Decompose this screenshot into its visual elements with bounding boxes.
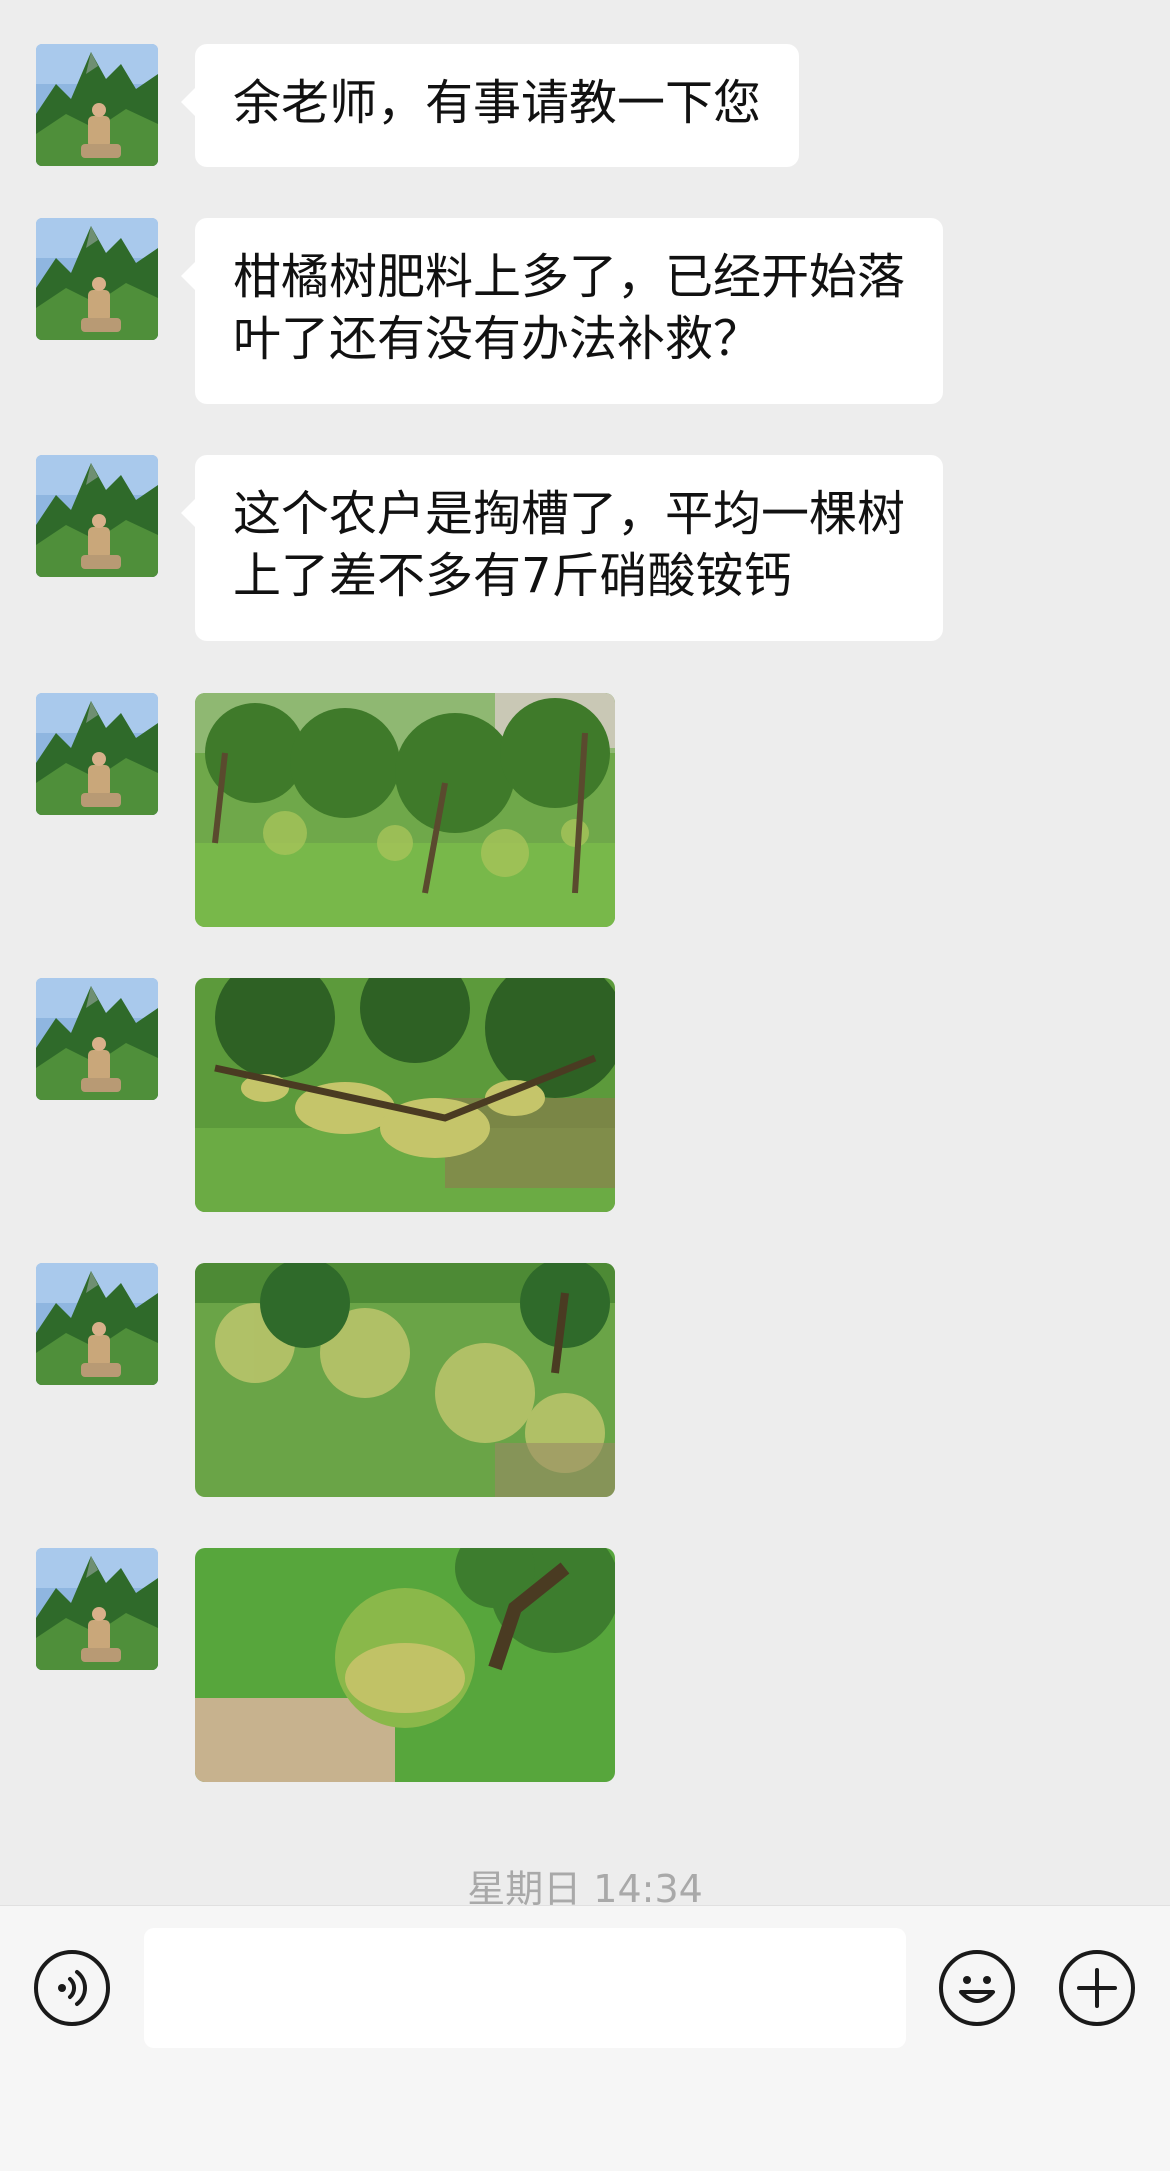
avatar[interactable]	[36, 693, 158, 815]
plus-button[interactable]	[1059, 1950, 1135, 2026]
avatar[interactable]	[36, 1263, 158, 1385]
chat-area[interactable]: 余老师，有事请教一下您 柑橘树肥料上多了，已经开始落 叶了还有没有办法补救？ 这…	[0, 0, 1170, 1911]
avatar[interactable]	[36, 455, 158, 577]
message-text-line: 上了差不多有7斤硝酸铵钙	[233, 548, 792, 604]
voice-icon	[58, 1970, 87, 2006]
message-text-line: 这个农户是掏槽了，平均一棵树	[233, 486, 906, 542]
input-bar	[0, 1905, 1170, 2171]
message-bubble[interactable]: 柑橘树肥料上多了，已经开始落 叶了还有没有办法补救？	[180, 218, 944, 404]
orchard-photo[interactable]	[195, 693, 615, 927]
orchard-photo[interactable]	[195, 1548, 615, 1782]
orchard-photo[interactable]	[195, 978, 615, 1212]
emoji-icon	[959, 1976, 995, 2003]
message-text-line: 柑橘树肥料上多了，已经开始落	[233, 249, 906, 305]
emoji-button[interactable]	[939, 1950, 1015, 2026]
avatar[interactable]	[36, 44, 158, 166]
voice-button[interactable]	[34, 1950, 110, 2026]
avatar[interactable]	[36, 218, 158, 340]
orchard-photo[interactable]	[195, 1263, 615, 1497]
avatar[interactable]	[36, 1548, 158, 1670]
avatar[interactable]	[36, 978, 158, 1100]
message-bubble[interactable]: 这个农户是掏槽了，平均一棵树 上了差不多有7斤硝酸铵钙	[180, 455, 944, 641]
plus-icon	[1077, 1968, 1117, 2008]
message-text-line: 叶了还有没有办法补救？	[233, 311, 762, 367]
message-bubble[interactable]: 余老师，有事请教一下您	[180, 44, 800, 167]
message-text: 余老师，有事请教一下您	[233, 75, 762, 131]
message-input[interactable]	[144, 1928, 906, 2048]
